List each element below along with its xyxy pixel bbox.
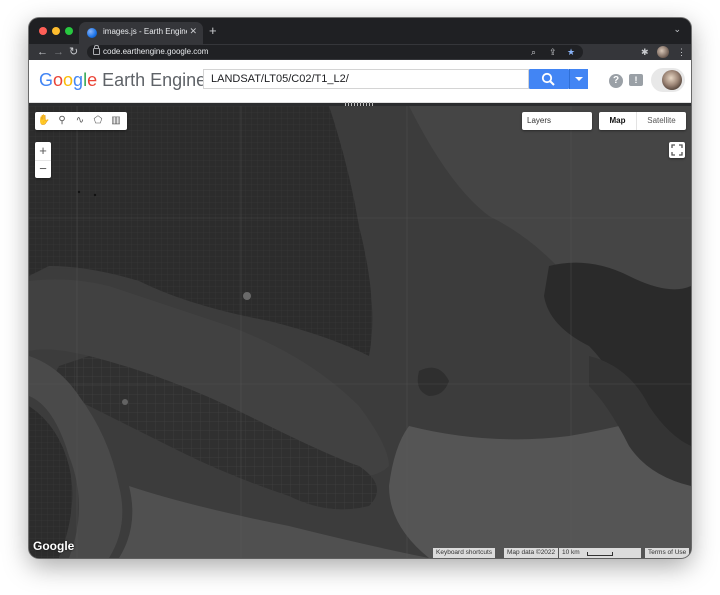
map-data-attribution: Map data ©2022 (504, 548, 559, 558)
draw-rectangle-icon[interactable]: ▥ (107, 112, 125, 130)
layers-button[interactable]: Layers (522, 112, 592, 130)
close-window-button[interactable] (39, 27, 47, 35)
scale-control[interactable]: 10 km (559, 548, 641, 558)
back-arrow-icon[interactable]: ← (37, 44, 48, 60)
help-icon[interactable]: ? (609, 74, 623, 88)
map-type-map-button[interactable]: Map (599, 112, 637, 130)
scale-label: 10 km (562, 549, 580, 556)
tab-search-chevron-icon[interactable]: ⌄ (673, 24, 681, 35)
map-view[interactable]: ✋ ⚲ ∿ ⬠ ▥ Layers Map Satellite + − Googl… (29, 106, 691, 558)
satellite-imagery (29, 106, 691, 558)
layers-label: Layers (527, 116, 552, 125)
fullscreen-button[interactable] (669, 142, 685, 158)
new-tab-button[interactable]: + (209, 23, 217, 38)
address-bar[interactable]: code.earthengine.google.com ⌕ ⇪ ★ (87, 45, 583, 59)
search-input[interactable]: LANDSAT/LT05/C02/T1_L2/ (203, 69, 529, 89)
browser-profile-avatar[interactable] (657, 46, 669, 58)
browser-tab[interactable]: images.js - Earth Engine Code Editor ✕ (79, 22, 203, 44)
map-type-control: Map Satellite (599, 112, 686, 130)
scale-bar (587, 552, 613, 556)
add-marker-icon[interactable]: ⚲ (53, 112, 71, 130)
map-type-satellite-button[interactable]: Satellite (637, 112, 686, 130)
extensions-puzzle-icon[interactable]: ✱ (641, 45, 649, 59)
earth-engine-favicon-icon (87, 28, 97, 38)
lock-icon (93, 45, 100, 55)
zoom-out-button[interactable]: − (35, 160, 51, 178)
google-earth-engine-logo[interactable]: Google Earth Engine (39, 70, 206, 91)
search-options-button[interactable] (569, 69, 588, 89)
minimize-window-button[interactable] (52, 27, 60, 35)
logo-google-wordmark: Google (39, 70, 98, 90)
logo-product-name: Earth Engine (102, 70, 207, 90)
url-text: code.earthengine.google.com (103, 47, 209, 56)
tab-close-icon[interactable]: ✕ (189, 26, 197, 37)
reload-icon[interactable]: ↻ (69, 44, 78, 60)
google-map-watermark: Google (33, 539, 75, 553)
bookmark-star-icon[interactable]: ★ (567, 45, 575, 59)
feedback-icon[interactable]: ! (629, 74, 643, 86)
pan-hand-icon[interactable]: ✋ (35, 112, 53, 130)
draw-polygon-icon[interactable]: ⬠ (89, 112, 107, 130)
browser-toolbar: ← → ↻ code.earthengine.google.com ⌕ ⇪ ★ … (29, 44, 691, 60)
caret-down-icon (575, 77, 583, 81)
keyboard-shortcuts-link[interactable]: Keyboard shortcuts (433, 548, 496, 558)
zoom-magnifier-icon[interactable]: ⌕ (531, 45, 536, 59)
terms-of-use-link[interactable]: Terms of Use (645, 548, 690, 558)
account-avatar[interactable] (651, 68, 685, 92)
search-icon (541, 72, 555, 86)
search-button[interactable] (529, 69, 569, 89)
forward-arrow-icon[interactable]: → (53, 44, 64, 60)
earth-engine-header: Google Earth Engine LANDSAT/LT05/C02/T1_… (29, 60, 691, 103)
draw-line-icon[interactable]: ∿ (71, 112, 89, 130)
avatar-photo (662, 70, 682, 90)
browser-window: images.js - Earth Engine Code Editor ✕ +… (29, 18, 691, 558)
zoom-in-button[interactable]: + (35, 142, 51, 161)
zoom-window-button[interactable] (65, 27, 73, 35)
fullscreen-icon (671, 144, 683, 156)
tab-title: images.js - Earth Engine Code Editor (103, 27, 187, 36)
search-input-value: LANDSAT/LT05/C02/T1_L2/ (211, 73, 349, 85)
share-icon[interactable]: ⇪ (549, 45, 557, 59)
drawing-tools: ✋ ⚲ ∿ ⬠ ▥ (35, 112, 127, 130)
zoom-control: + − (35, 142, 51, 178)
browser-menu-kebab-icon[interactable]: ⋮ (677, 45, 686, 59)
tab-strip: images.js - Earth Engine Code Editor ✕ +… (29, 18, 691, 44)
